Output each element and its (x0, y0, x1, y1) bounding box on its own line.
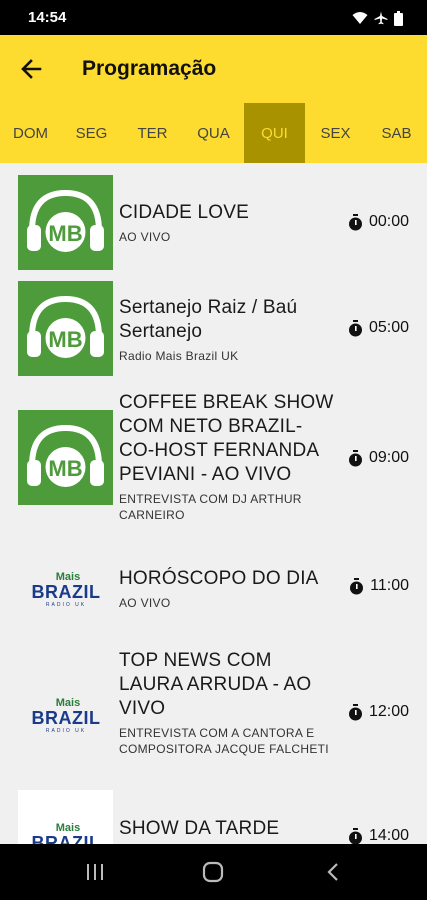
mais-brazil-logo: Mais BRAZIL (18, 790, 113, 844)
tab-ter[interactable]: TER (122, 103, 183, 163)
system-nav-bar (0, 844, 427, 900)
tab-seg[interactable]: SEG (61, 103, 122, 163)
arrow-back-icon (21, 59, 42, 79)
program-info: TOP NEWS COM LAURA ARRUDA - AO VIVO ENTR… (119, 649, 337, 757)
home-icon (202, 861, 224, 883)
program-time: 09:00 (348, 449, 409, 467)
logo-brazil-text: BRAZIL (31, 582, 101, 602)
list-item[interactable]: Mais BRAZIL RADIO UK TOP NEWS COM LAURA … (0, 643, 427, 783)
tab-sex[interactable]: SEX (305, 103, 366, 163)
time-label: 05:00 (368, 319, 409, 336)
tab-qui[interactable]: QUI (244, 103, 305, 163)
headphones-icon: MB (27, 424, 104, 487)
program-subtitle: Radio Mais Brazil UK (119, 349, 239, 363)
program-time: 00:00 (348, 213, 409, 231)
stopwatch-icon (348, 319, 362, 336)
list-item[interactable]: MB CIDADE LOVE AO VIVO 00:00 (0, 175, 427, 270)
list-item[interactable]: Mais BRAZIL RADIO UK HORÓSCOPO DO DIA AO… (0, 539, 427, 634)
time-label: 11:00 (370, 577, 409, 594)
program-title: Sertanejo Raiz / Baú Sertanejo (119, 297, 298, 342)
page-title: Programação (82, 57, 217, 80)
tab-qua[interactable]: QUA (183, 103, 244, 163)
mais-brazil-logo: Mais BRAZIL RADIO UK (18, 665, 113, 760)
headphones-icon: MB (27, 295, 104, 358)
program-info: HORÓSCOPO DO DIA AO VIVO (119, 567, 337, 611)
program-title: COFFEE BREAK SHOW COM NETO BRAZIL- CO-HO… (119, 392, 334, 485)
time-label: 14:00 (368, 827, 409, 844)
status-icons (352, 10, 403, 26)
stopwatch-icon (350, 577, 364, 594)
airplane-icon (374, 11, 388, 25)
headphones-icon: MB (27, 189, 104, 252)
program-subtitle: AO VIVO (119, 596, 171, 610)
program-time: 14:00 (348, 827, 409, 844)
day-tabs: DOM SEG TER QUA QUI SEX SAB (0, 103, 427, 163)
stopwatch-icon (348, 827, 362, 844)
program-time: 05:00 (348, 319, 409, 337)
back-chevron-icon (327, 863, 338, 881)
time-label: 12:00 (368, 703, 409, 720)
battery-icon (394, 10, 403, 26)
list-item[interactable]: MB COFFEE BREAK SHOW COM NETO BRAZIL- CO… (0, 387, 427, 532)
logo-brazil-text: BRAZIL (31, 833, 101, 844)
program-title: HORÓSCOPO DO DIA (119, 568, 319, 589)
list-item[interactable]: Mais BRAZIL SHOW DA TARDE 14:00 (0, 790, 427, 844)
mb-logo: MB (18, 175, 113, 270)
time-label: 00:00 (368, 213, 409, 230)
recents-icon (87, 864, 103, 880)
program-info: CIDADE LOVE AO VIVO (119, 201, 337, 245)
program-title: SHOW DA TARDE (119, 818, 280, 839)
stopwatch-icon (348, 449, 362, 466)
logo-text: MB (48, 327, 82, 352)
wifi-icon (352, 12, 368, 24)
list-item[interactable]: MB Sertanejo Raiz / Baú Sertanejo Radio … (0, 281, 427, 376)
nav-back-button[interactable] (313, 858, 353, 886)
recents-button[interactable] (75, 858, 115, 886)
stopwatch-icon (348, 213, 362, 230)
app-bar: Programação (0, 35, 427, 103)
time-label: 09:00 (368, 449, 409, 466)
logo-text: MB (48, 456, 82, 481)
back-button[interactable] (14, 51, 50, 87)
status-time: 14:54 (28, 9, 67, 26)
program-subtitle: ENTREVISTA COM A CANTORA E COMPOSITORA J… (119, 726, 329, 756)
mb-logo: MB (18, 410, 113, 505)
status-bar: 14:54 (0, 0, 427, 35)
mb-logo: MB (18, 281, 113, 376)
program-info: SHOW DA TARDE (119, 817, 337, 841)
logo-brazil-text: BRAZIL (31, 708, 101, 728)
mais-brazil-logo: Mais BRAZIL RADIO UK (18, 539, 113, 634)
program-info: Sertanejo Raiz / Baú Sertanejo Radio Mai… (119, 296, 337, 364)
program-subtitle: ENTREVISTA COM DJ ARTHUR CARNEIRO (119, 492, 302, 522)
tab-sab[interactable]: SAB (366, 103, 427, 163)
program-time: 11:00 (349, 577, 409, 595)
tab-dom[interactable]: DOM (0, 103, 61, 163)
program-title: CIDADE LOVE (119, 202, 249, 223)
program-time: 12:00 (348, 703, 409, 721)
logo-text: MB (48, 221, 82, 246)
program-subtitle: AO VIVO (119, 230, 171, 244)
logo-radio-text: RADIO UK (45, 602, 87, 608)
home-button[interactable] (193, 858, 233, 886)
logo-radio-text: RADIO UK (45, 728, 87, 734)
program-title: TOP NEWS COM LAURA ARRUDA - AO VIVO (119, 650, 312, 719)
program-list: MB CIDADE LOVE AO VIVO 00:00 MB Sertanej… (0, 163, 427, 844)
stopwatch-icon (348, 703, 362, 720)
program-info: COFFEE BREAK SHOW COM NETO BRAZIL- CO-HO… (119, 391, 337, 523)
